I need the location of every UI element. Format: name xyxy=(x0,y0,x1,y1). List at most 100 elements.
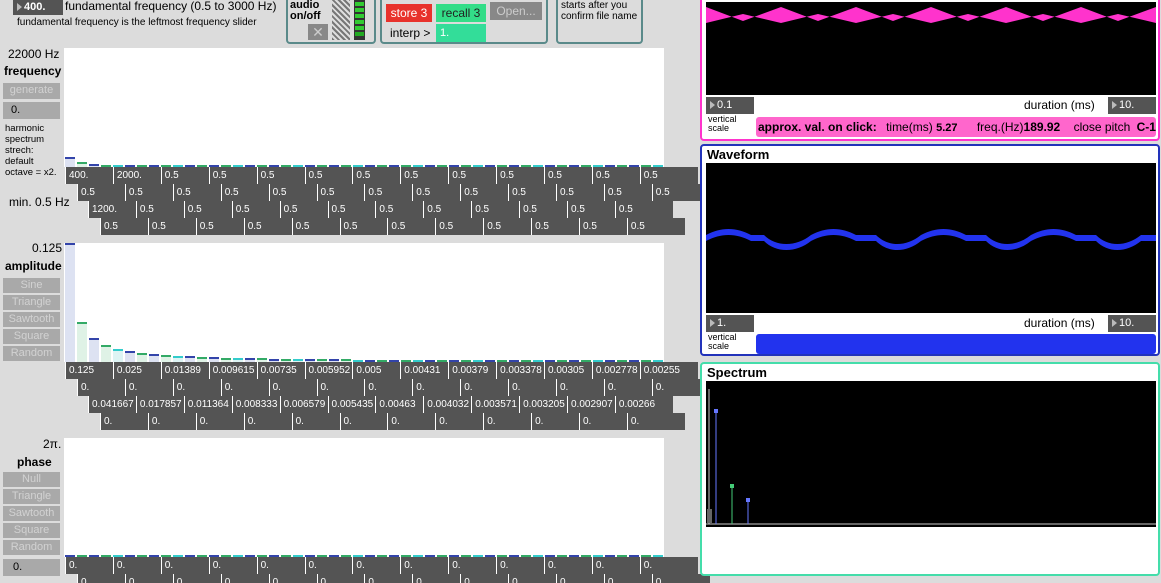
amp-r2-number-box[interactable]: 0. xyxy=(603,379,651,396)
phase-r1-number-box[interactable]: 0. xyxy=(400,557,448,574)
generate-button[interactable]: generate xyxy=(3,83,60,99)
freq-r2-number-box[interactable]: 0.5 xyxy=(268,184,316,201)
gain-slider[interactable] xyxy=(332,0,350,40)
freq-r1-number-box[interactable]: 0.5 xyxy=(208,167,256,184)
freq-slider-bar[interactable] xyxy=(65,157,75,167)
amp-preset-sawtooth-button[interactable]: Sawtooth xyxy=(3,312,60,327)
freq-r4-number-box[interactable]: 0.5 xyxy=(147,218,195,235)
amp-r2-number-box[interactable]: 0. xyxy=(412,379,460,396)
oscilloscope-display[interactable] xyxy=(706,2,1156,95)
amp-r2-number-box[interactable]: 0. xyxy=(651,379,699,396)
phase-r2-number-box[interactable]: 0. xyxy=(603,574,651,583)
freq-r2-number-box[interactable]: 0.5 xyxy=(651,184,699,201)
phase-r1-number-box[interactable]: 0. xyxy=(65,557,112,574)
amp-r4-number-box[interactable]: 0. xyxy=(339,413,387,430)
amp-r3-number-box[interactable]: 0.041667 xyxy=(88,396,135,413)
amp-slider-bar[interactable] xyxy=(149,354,159,362)
amp-slider-bar[interactable] xyxy=(101,345,111,362)
waveform-vscale-number-box[interactable]: 1. xyxy=(706,315,754,332)
phase-r1-number-box[interactable]: 0. xyxy=(591,557,639,574)
freq-r2-number-box[interactable]: 0.5 xyxy=(220,184,268,201)
amp-slider-bar[interactable] xyxy=(125,351,135,362)
phase-r2-number-box[interactable]: 0. xyxy=(651,574,699,583)
freq-r4-number-box[interactable]: 0.5 xyxy=(483,218,531,235)
freq-r3-number-box[interactable]: 0.5 xyxy=(471,201,519,218)
amp-r4-number-box[interactable]: 0. xyxy=(100,413,147,430)
freq-r4-number-box[interactable]: 0.5 xyxy=(291,218,339,235)
phase-r2-number-box[interactable]: 0. xyxy=(556,574,603,583)
phase-r1-number-box[interactable]: 0. xyxy=(544,557,591,574)
freq-r2-number-box[interactable]: 0.5 xyxy=(364,184,412,201)
freq-r4-number-box[interactable]: 0.5 xyxy=(435,218,483,235)
amp-r1-number-box[interactable]: 0.025 xyxy=(112,362,160,379)
freq-r3-number-box[interactable]: 0.5 xyxy=(279,201,327,218)
phase-r1-number-box[interactable]: 0. xyxy=(256,557,304,574)
duration-number-box[interactable]: 10. xyxy=(1108,97,1156,114)
amp-r1-number-box[interactable]: 0.00305 xyxy=(544,362,591,379)
amp-r3-number-box[interactable]: 0.002907 xyxy=(567,396,614,413)
phase-r2-number-box[interactable]: 0. xyxy=(77,574,124,583)
amp-r2-number-box[interactable]: 0. xyxy=(316,379,364,396)
freq-r4-number-box[interactable]: 0.5 xyxy=(339,218,387,235)
phase-number-box[interactable]: 0. xyxy=(3,559,60,576)
freq-r2-number-box[interactable]: 0.5 xyxy=(316,184,364,201)
amp-r1-number-box[interactable]: 0.003378 xyxy=(496,362,543,379)
waveform-display[interactable] xyxy=(706,163,1156,313)
freq-r1-number-box[interactable]: 0.5 xyxy=(256,167,304,184)
freq-r2-number-box[interactable]: 0.5 xyxy=(603,184,651,201)
amp-r4-number-box[interactable]: 0. xyxy=(626,413,674,430)
recall-button[interactable]: recall 3 xyxy=(436,4,486,22)
phase-r1-number-box[interactable]: 0. xyxy=(304,557,352,574)
freq-r1-number-box[interactable]: 0.5 xyxy=(448,167,496,184)
freq-r1-number-box[interactable]: 400. xyxy=(65,167,112,184)
amp-r1-number-box[interactable]: 0.005 xyxy=(352,362,400,379)
store-button[interactable]: store 3 xyxy=(386,4,432,22)
phase-r1-number-box[interactable]: 0. xyxy=(352,557,400,574)
amp-slider-bar[interactable] xyxy=(77,322,87,362)
phase-preset-square-button[interactable]: Square xyxy=(3,523,60,538)
audio-toggle-button[interactable]: ✕ xyxy=(308,24,328,40)
amp-r3-number-box[interactable]: 0.017857 xyxy=(135,396,183,413)
amp-r4-number-box[interactable]: 0. xyxy=(579,413,626,430)
amp-r1-number-box[interactable]: 0.00255 xyxy=(639,362,687,379)
phase-r2-number-box[interactable]: 0. xyxy=(508,574,555,583)
freq-r2-number-box[interactable]: 0.5 xyxy=(556,184,603,201)
amp-r4-number-box[interactable]: 0. xyxy=(531,413,578,430)
amp-r4-number-box[interactable]: 0. xyxy=(387,413,435,430)
phase-r2-number-box[interactable]: 0. xyxy=(220,574,268,583)
freq-r2-number-box[interactable]: 0.5 xyxy=(412,184,460,201)
amplitude-multislider[interactable] xyxy=(64,243,664,362)
stretch-number-box[interactable]: 0. xyxy=(3,102,60,119)
freq-r4-number-box[interactable]: 0.5 xyxy=(100,218,147,235)
freq-r1-number-box[interactable]: 0.5 xyxy=(352,167,400,184)
freq-r3-number-box[interactable]: 0.5 xyxy=(519,201,566,218)
amp-r1-number-box[interactable]: 0.00431 xyxy=(400,362,448,379)
freq-r4-number-box[interactable]: 0.5 xyxy=(626,218,674,235)
freq-r3-number-box[interactable]: 0.5 xyxy=(423,201,471,218)
freq-r1-number-box[interactable]: 0.5 xyxy=(639,167,687,184)
amp-r4-number-box[interactable]: 0. xyxy=(195,413,243,430)
phase-r1-number-box[interactable]: 0. xyxy=(208,557,256,574)
freq-r3-number-box[interactable]: 0.5 xyxy=(567,201,614,218)
waveform-duration-number-box[interactable]: 10. xyxy=(1108,315,1156,332)
phase-preset-sawtooth-button[interactable]: Sawtooth xyxy=(3,506,60,521)
freq-r1-number-box[interactable]: 2000. xyxy=(112,167,160,184)
amp-r2-number-box[interactable]: 0. xyxy=(364,379,412,396)
amp-r4-number-box[interactable]: 0. xyxy=(147,413,195,430)
amp-r2-number-box[interactable]: 0. xyxy=(124,379,172,396)
amp-r2-number-box[interactable]: 0. xyxy=(220,379,268,396)
amp-preset-square-button[interactable]: Square xyxy=(3,329,60,344)
freq-r2-number-box[interactable]: 0.5 xyxy=(172,184,220,201)
amp-r4-number-box[interactable]: 0. xyxy=(243,413,291,430)
amp-slider-bar[interactable] xyxy=(65,243,75,362)
amp-preset-sine-button[interactable]: Sine xyxy=(3,278,60,293)
amp-r3-number-box[interactable]: 0.00463 xyxy=(375,396,423,413)
phase-r2-number-box[interactable]: 0. xyxy=(316,574,364,583)
amp-slider-bar[interactable] xyxy=(113,348,123,362)
amp-r2-number-box[interactable]: 0. xyxy=(268,379,316,396)
phase-r1-number-box[interactable]: 0. xyxy=(496,557,543,574)
phase-r2-number-box[interactable]: 0. xyxy=(364,574,412,583)
freq-r4-number-box[interactable]: 0.5 xyxy=(579,218,626,235)
amp-r4-number-box[interactable]: 0. xyxy=(291,413,339,430)
amp-r4-number-box[interactable]: 0. xyxy=(435,413,483,430)
